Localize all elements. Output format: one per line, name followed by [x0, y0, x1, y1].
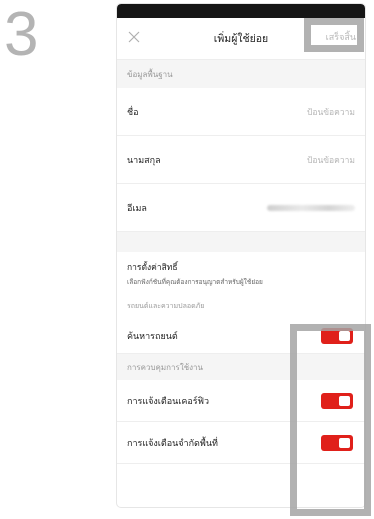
vehicle-section-label: รถยนต์และความปลอดภัย: [127, 302, 205, 310]
last-name-row[interactable]: นามสกุล ป้อนข้อความ: [117, 136, 365, 184]
last-name-field[interactable]: ป้อนข้อความ: [307, 153, 355, 167]
first-name-field[interactable]: ป้อนข้อความ: [307, 105, 355, 119]
tutorial-screenshot: 3 เพิ่มผู้ใช้ย่อย เสร็จสิ้น ข้อมูลพื้นฐา…: [0, 0, 374, 519]
first-name-row[interactable]: ชื่อ ป้อนข้อความ: [117, 88, 365, 136]
email-label: อีเมล: [127, 203, 147, 214]
section-header-basic-info: ข้อมูลพื้นฐาน: [117, 60, 365, 88]
done-button-highlight: [304, 18, 364, 52]
email-value-redacted: [267, 204, 355, 211]
first-name-label: ชื่อ: [127, 107, 139, 118]
status-bar: [117, 4, 365, 18]
section-gap: [117, 232, 365, 252]
permissions-description: เลือกฟังก์ชันที่คุณต้องการอนุญาตสำหรับผู…: [127, 278, 263, 286]
email-row[interactable]: อีเมล: [117, 184, 365, 232]
step-number: 3: [4, 0, 39, 69]
toggles-highlight: [290, 324, 371, 516]
permissions-header: การตั้งค่าสิทธิ์ เลือกฟังก์ชันที่คุณต้อง…: [117, 252, 365, 318]
permissions-title: การตั้งค่าสิทธิ์: [127, 263, 178, 273]
last-name-label: นามสกุล: [127, 155, 161, 166]
